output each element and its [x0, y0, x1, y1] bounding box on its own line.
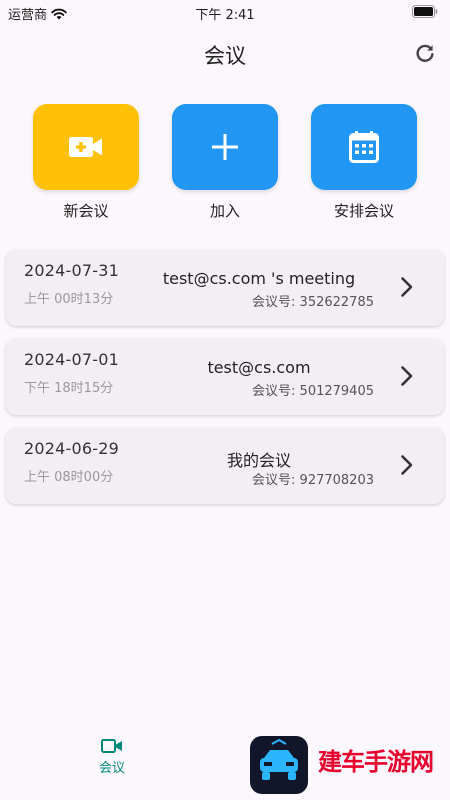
meeting-title: 我的会议	[226, 451, 291, 470]
meeting-time: 上午 08时00分	[24, 470, 114, 485]
quick-actions: 新会议 加入 安排会议	[0, 104, 450, 224]
header: 会议	[0, 34, 450, 74]
status-time: 下午 2:41	[195, 8, 255, 23]
watermark: 建车手游网	[248, 736, 448, 794]
meeting-title: test@cs.com 's meeting	[162, 269, 356, 288]
new-meeting-button[interactable]: 新会议	[21, 104, 151, 221]
page-title: 会议	[204, 44, 246, 68]
video-plus-icon	[69, 137, 102, 157]
watermark-logo	[250, 736, 308, 794]
nav-item-meetings[interactable]: 会议	[82, 738, 142, 776]
meeting-date: 2024-07-01	[24, 350, 119, 369]
meeting-card[interactable]: 2024-07-01 下午 18时15分 test@cs.com 会议号: 50…	[6, 339, 444, 415]
car-logo-icon	[260, 738, 298, 780]
nav-label-meetings: 会议	[98, 761, 125, 776]
schedule-meeting-label: 安排会议	[333, 202, 394, 220]
battery-icon	[412, 5, 438, 18]
new-meeting-tile[interactable]	[33, 104, 139, 190]
meeting-time: 上午 00时13分	[24, 292, 114, 307]
plus-icon	[212, 134, 238, 160]
meeting-time: 下午 18时15分	[24, 381, 114, 396]
schedule-meeting-tile[interactable]	[311, 104, 417, 190]
meeting-title: test@cs.com	[207, 358, 311, 377]
meeting-date: 2024-06-29	[24, 439, 119, 458]
chevron-right-icon	[401, 277, 413, 297]
chevron-right-icon	[401, 455, 413, 475]
join-button[interactable]: 加入	[160, 104, 290, 221]
refresh-icon	[416, 44, 434, 62]
watermark-text: 建车手游网	[318, 748, 434, 776]
refresh-button[interactable]	[414, 42, 436, 64]
meeting-number: 会议号: 927708203	[252, 473, 374, 488]
calendar-icon	[349, 131, 379, 163]
video-camera-icon	[101, 739, 122, 753]
status-bar: 运营商 下午 2:41	[0, 0, 450, 26]
chevron-right-icon	[401, 366, 413, 386]
join-label: 加入	[209, 202, 240, 220]
meeting-card[interactable]: 2024-06-29 上午 08时00分 我的会议 会议号: 927708203	[6, 428, 444, 504]
meeting-number: 会议号: 501279405	[252, 384, 374, 399]
meeting-date: 2024-07-31	[24, 261, 119, 280]
meeting-card[interactable]: 2024-07-31 上午 00时13分 test@cs.com 's meet…	[6, 250, 444, 326]
meeting-number: 会议号: 352622785	[252, 295, 374, 310]
meeting-list: 2024-07-31 上午 00时13分 test@cs.com 's meet…	[6, 250, 444, 517]
join-tile[interactable]	[172, 104, 278, 190]
schedule-meeting-button[interactable]: 安排会议	[299, 104, 429, 221]
new-meeting-label: 新会议	[63, 202, 109, 220]
